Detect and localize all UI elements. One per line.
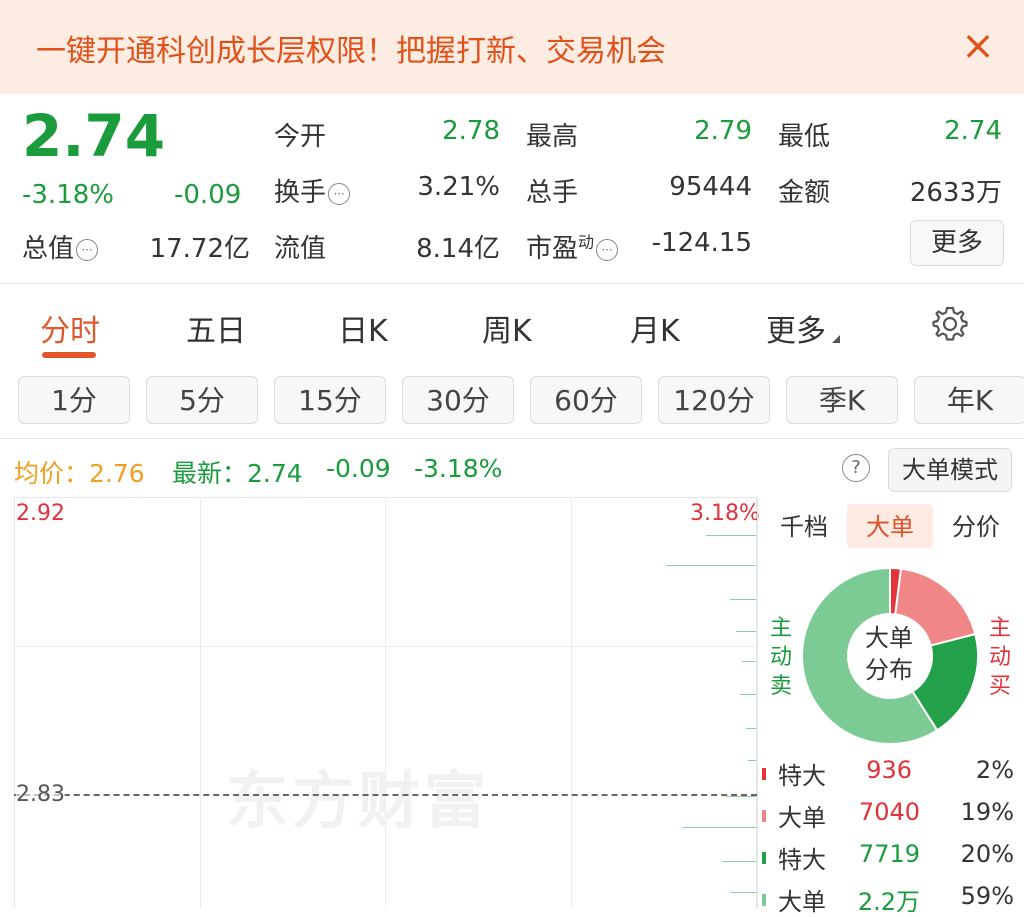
- market-cap-value: 17.72亿: [149, 234, 250, 264]
- legend-value: 7040: [858, 798, 920, 826]
- axis-pre-close-label: 2.83: [16, 782, 65, 807]
- latest-price: 最新：2.74: [172, 459, 303, 488]
- tab-day-k[interactable]: 日K: [338, 306, 388, 350]
- legend-value: 7719: [858, 840, 920, 868]
- panel-divider: [757, 497, 758, 908]
- legend-color-bar: [762, 810, 766, 822]
- help-icon[interactable]: ?: [842, 454, 870, 482]
- donut-center-label: 大单 分布: [865, 624, 913, 684]
- legend-value: 2.2万: [857, 888, 920, 916]
- legend-value: 936: [866, 756, 912, 784]
- legend-color-bar: [762, 894, 766, 906]
- period-120min[interactable]: 120分: [658, 376, 770, 424]
- divider: [0, 283, 1024, 284]
- open-value: 2.78: [442, 116, 500, 146]
- more-button[interactable]: 更多: [910, 220, 1004, 266]
- legend-name: 大单: [778, 888, 826, 916]
- dropdown-triangle-icon: [832, 335, 840, 343]
- price-volume-bar: [742, 661, 756, 662]
- pe-label: 市盈动 ⋯: [526, 228, 619, 265]
- low-label: 最低: [778, 122, 831, 152]
- current-price: 2.74: [22, 102, 166, 170]
- period-30min[interactable]: 30分: [402, 376, 514, 424]
- period-15min[interactable]: 15分: [274, 376, 386, 424]
- float-cap-value: 8.14亿: [416, 234, 500, 264]
- high-label: 最高: [526, 122, 579, 152]
- volume-label: 总手: [526, 178, 579, 208]
- big-order-mode-button[interactable]: 大单模式: [888, 448, 1012, 492]
- more-info-icon[interactable]: ⋯: [328, 183, 351, 205]
- period-60min[interactable]: 60分: [530, 376, 642, 424]
- chart-gridline: [385, 497, 386, 908]
- active-sell-label: 主动卖: [769, 616, 792, 699]
- more-info-icon[interactable]: ⋯: [76, 239, 99, 261]
- price-volume-bar: [740, 694, 756, 695]
- period-year-k[interactable]: 年K: [914, 376, 1024, 424]
- price-volume-bar: [726, 796, 756, 797]
- price-volume-bar: [748, 760, 756, 761]
- tab-month-k[interactable]: 月K: [630, 306, 680, 350]
- price-volume-bar: [666, 565, 756, 566]
- period-quarter-k[interactable]: 季K: [786, 376, 898, 424]
- market-cap-label: 总值 ⋯: [22, 228, 99, 265]
- chart-gridline: [200, 497, 201, 908]
- low-value: 2.74: [944, 116, 1002, 146]
- axis-pct-label: 3.18%: [690, 501, 760, 526]
- amount-value: 2633万: [909, 178, 1002, 208]
- price-volume-bar: [736, 631, 756, 632]
- close-icon[interactable]: ×: [960, 24, 996, 68]
- subtab-thousand-levels[interactable]: 千档: [768, 506, 840, 548]
- active-tab-indicator: [42, 352, 96, 358]
- more-info-icon[interactable]: ⋯: [596, 239, 619, 261]
- price-volume-bar: [730, 892, 756, 893]
- tab-five-day[interactable]: 五日: [186, 306, 246, 350]
- high-value: 2.79: [694, 116, 752, 146]
- turnover-label: 换手 ⋯: [274, 172, 351, 209]
- legend-name: 特大: [778, 846, 826, 874]
- price-volume-bar: [722, 861, 756, 862]
- legend-percent: 19%: [960, 798, 1014, 826]
- legend-name: 大单: [778, 804, 826, 832]
- amount-label: 金额: [778, 178, 831, 208]
- tab-intraday[interactable]: 分时: [40, 306, 100, 350]
- period-1min[interactable]: 1分: [18, 376, 130, 424]
- divider: [0, 438, 1024, 439]
- float-cap-label: 流值: [274, 234, 327, 264]
- subtab-price-distribution[interactable]: 分价: [940, 506, 1012, 548]
- price-volume-bar: [682, 827, 756, 828]
- subtab-big-orders[interactable]: 大单: [847, 506, 933, 548]
- tab-week-k[interactable]: 周K: [482, 306, 532, 350]
- chart-gridline: [571, 497, 572, 908]
- open-label: 今开: [274, 122, 327, 152]
- latest-change: -0.09: [326, 454, 391, 483]
- change-percent: -3.18%: [22, 180, 114, 210]
- chart-gridline: [14, 646, 757, 647]
- latest-change-pct: -3.18%: [414, 454, 503, 483]
- price-volume-bar: [746, 728, 756, 729]
- legend-color-bar: [762, 852, 766, 864]
- pre-close-line: [14, 794, 757, 796]
- avg-price: 均价：2.76: [14, 459, 145, 488]
- active-buy-label: 主动买: [988, 616, 1011, 699]
- legend-percent: 2%: [975, 756, 1014, 784]
- change-amount: -0.09: [174, 180, 242, 210]
- legend-percent: 59%: [960, 882, 1014, 910]
- tab-more[interactable]: 更多: [766, 306, 840, 350]
- turnover-value: 3.21%: [417, 172, 500, 202]
- period-5min[interactable]: 5分: [146, 376, 258, 424]
- promo-banner-text[interactable]: 一键开通科创成长层权限！把握打新、交易机会: [36, 26, 666, 70]
- legend-color-bar: [762, 768, 766, 780]
- pe-value: -124.15: [651, 228, 752, 258]
- price-volume-bar: [730, 599, 756, 600]
- price-volume-bar: [706, 535, 756, 536]
- axis-high-label: 2.92: [16, 501, 65, 526]
- settings-gear-icon[interactable]: [930, 304, 970, 348]
- legend-percent: 20%: [960, 840, 1014, 868]
- volume-value: 95444: [669, 172, 752, 202]
